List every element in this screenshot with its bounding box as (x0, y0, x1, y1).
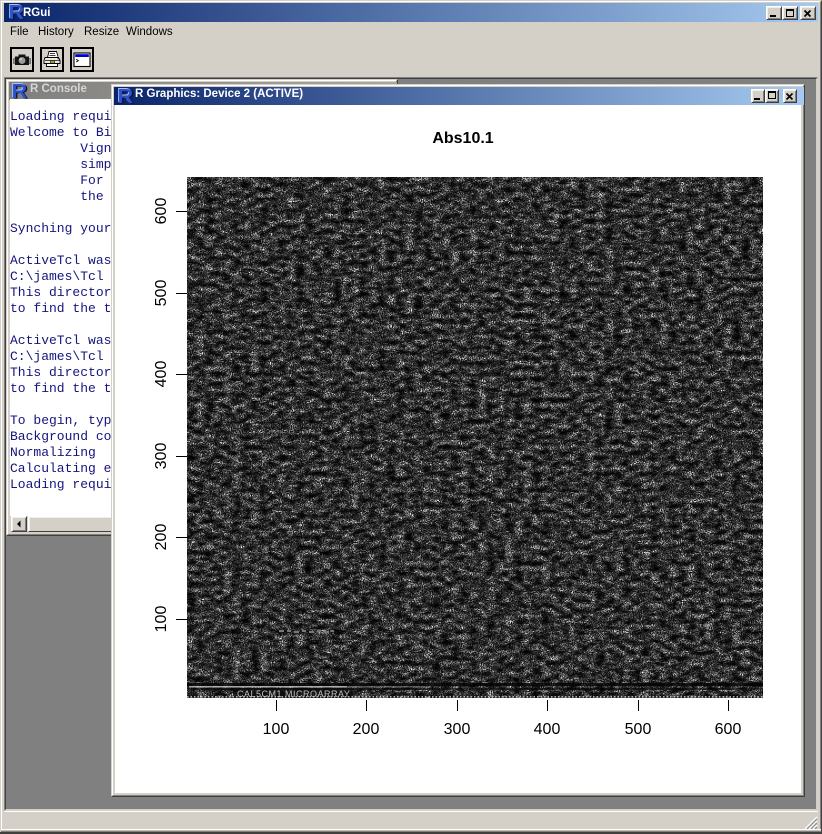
svg-text:R: R (12, 83, 28, 99)
svg-text:R: R (9, 4, 25, 20)
svg-text:R: R (118, 88, 134, 104)
